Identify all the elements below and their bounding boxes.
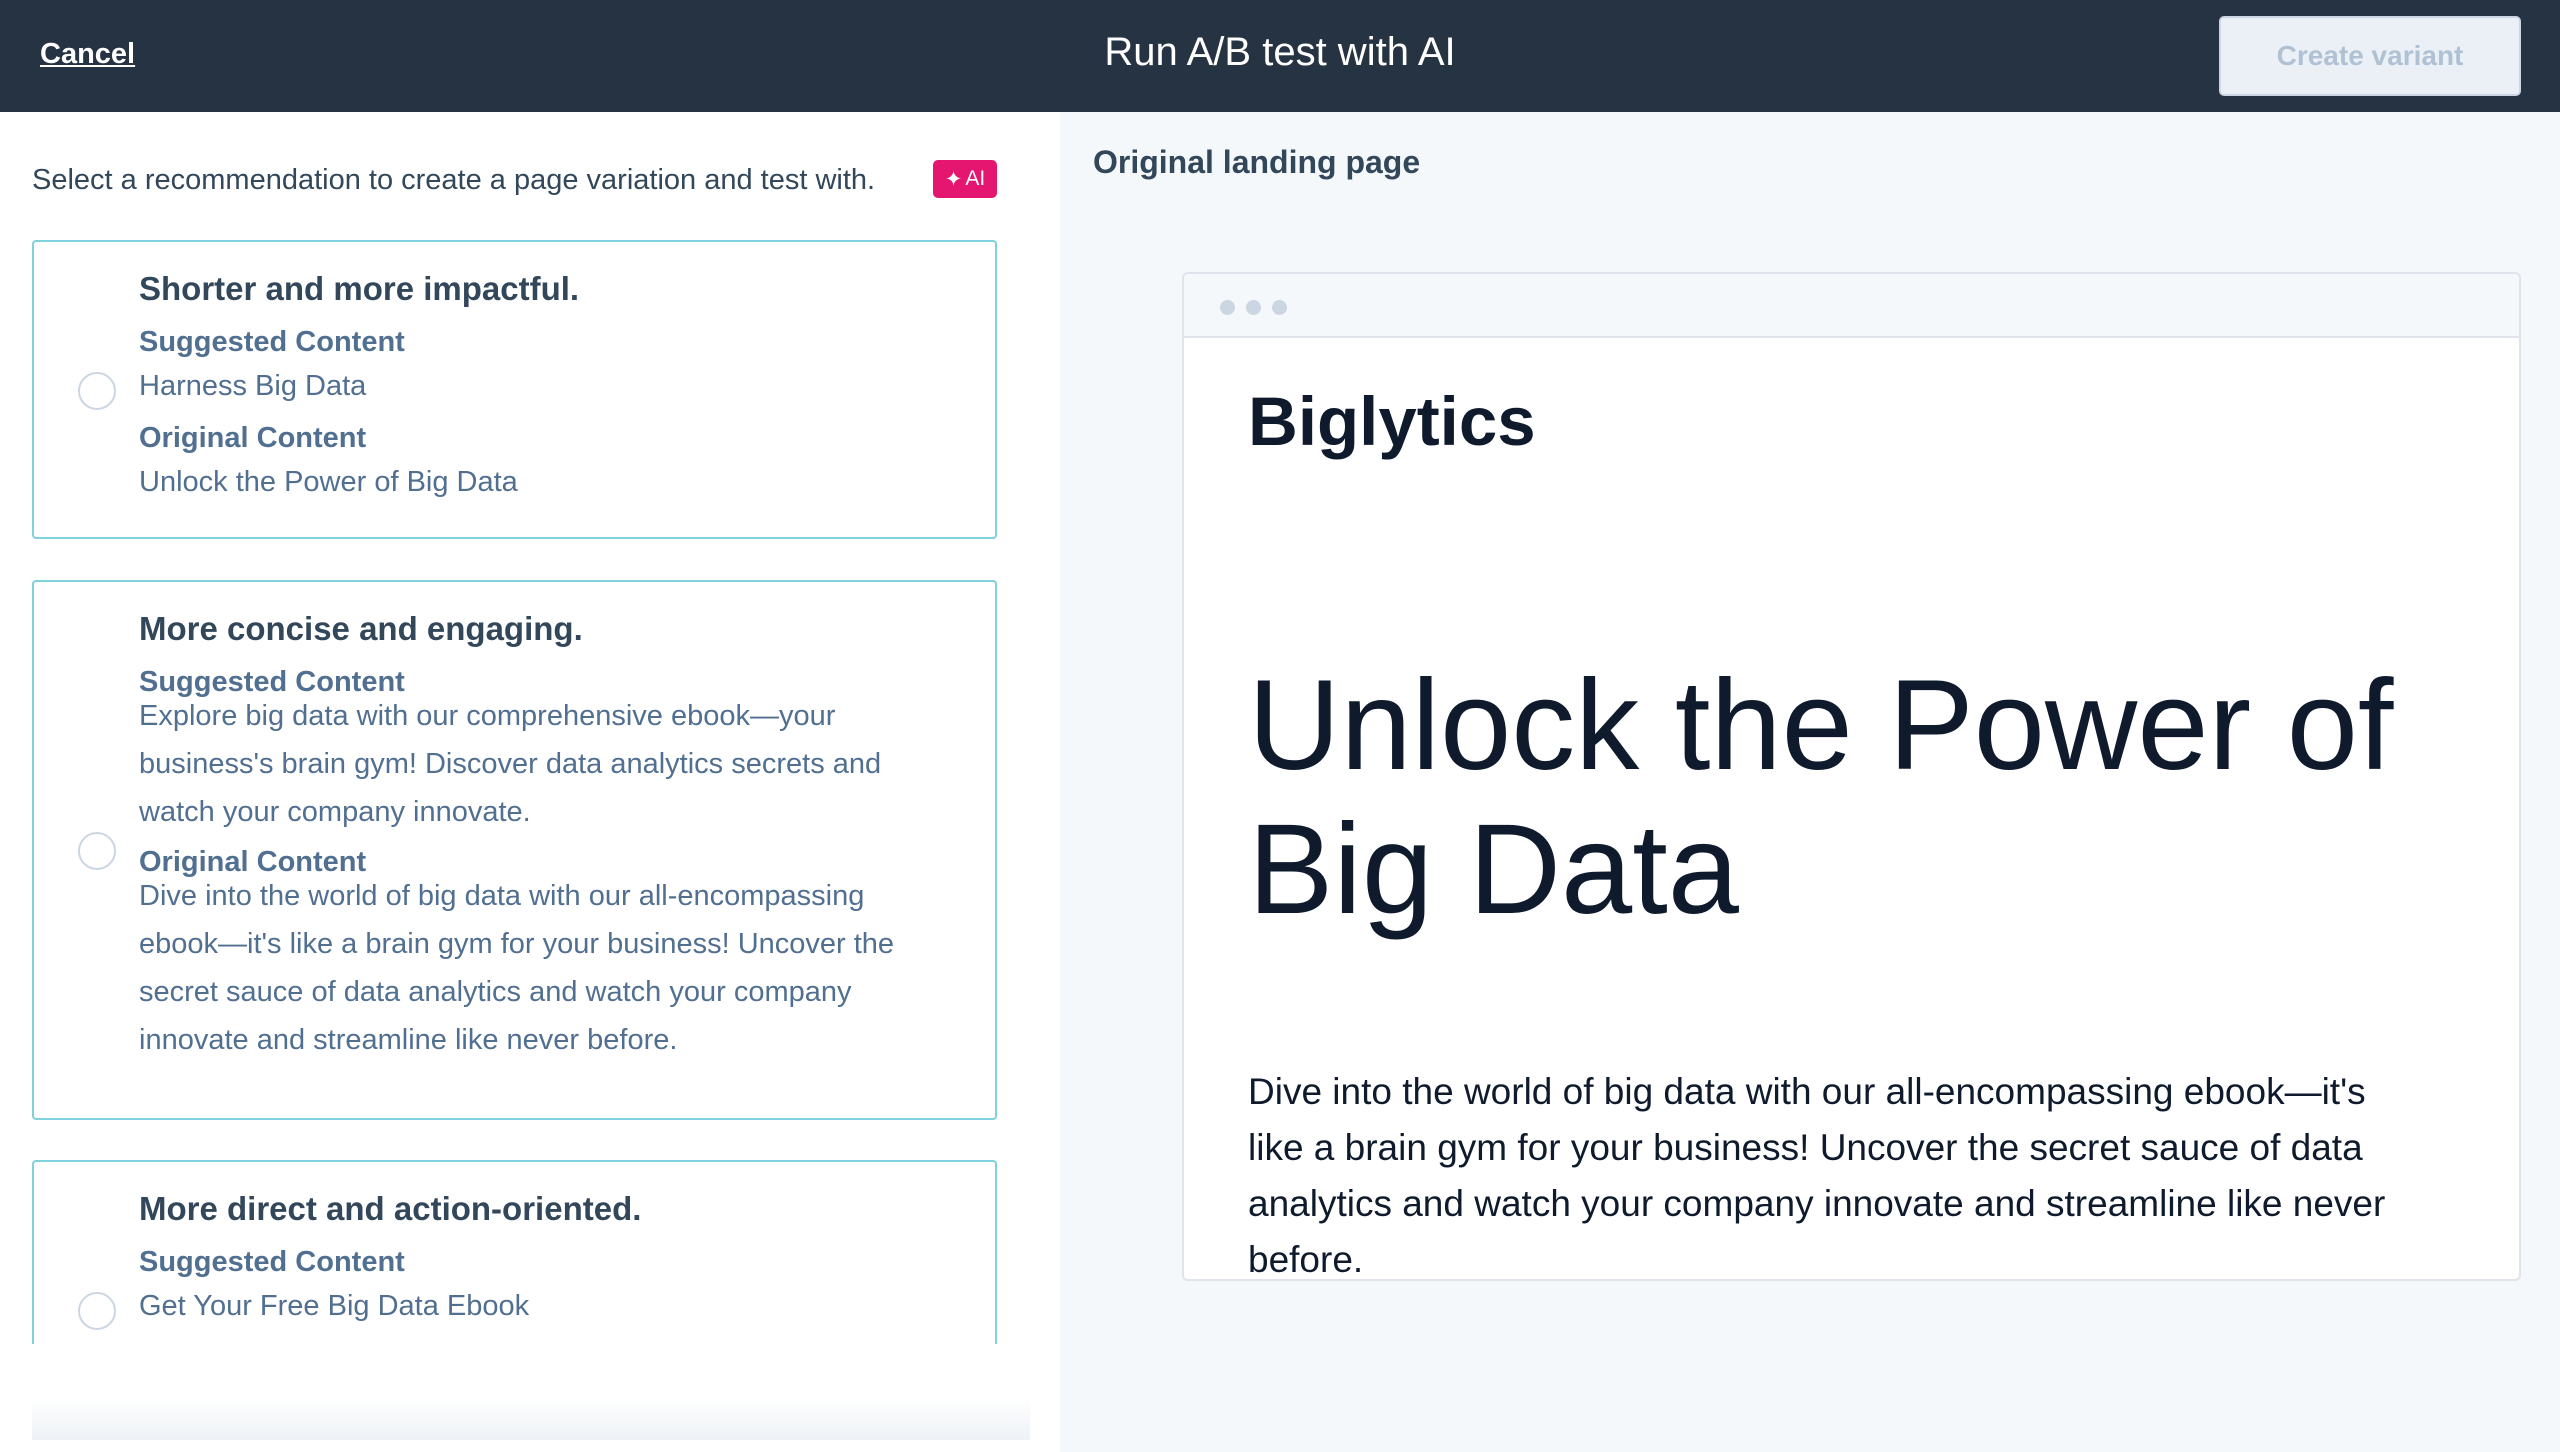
window-dot-icon [1220,300,1235,315]
site-body-text: Dive into the world of big data with our… [1248,1064,2498,1280]
suggested-content-label: Suggested Content [139,326,405,358]
recommendation-heading: More direct and action-oriented. [139,1190,642,1227]
recommendation-card-2[interactable]: More concise and engaging. Suggested Con… [32,580,997,1120]
hero-line: Unlock the Power of [1248,654,2394,797]
browser-toolbar [1184,274,2519,338]
suggested-content-line: business's brain gym! Discover data anal… [139,748,882,780]
cancel-link[interactable]: Cancel [40,38,135,71]
ai-badge-label: AI [965,167,986,190]
radio-button[interactable] [78,1292,116,1330]
recommendation-card-1[interactable]: Shorter and more impactful. Suggested Co… [32,240,997,539]
body-line: analytics and watch your company innovat… [1248,1183,2386,1224]
preview-title: Original landing page [1093,144,1421,180]
original-content-line: ebook—it's like a brain gym for your bus… [139,928,895,960]
suggested-content-label: Suggested Content [139,1246,405,1278]
page-title: Run A/B test with AI [1104,30,1456,74]
window-dot-icon [1272,300,1287,315]
original-content-line: innovate and streamline like never befor… [139,1024,678,1056]
original-content-line: secret sauce of data analytics and watch… [139,976,852,1008]
suggested-content-text: Get Your Free Big Data Ebook [139,1290,530,1322]
sparkle-icon: ✦ [944,167,963,191]
suggested-content-text: Harness Big Data [139,370,367,402]
scroll-fade [32,1344,1030,1440]
top-bar: Cancel Run A/B test with AI Create varia… [0,0,2560,112]
suggested-content-line: Explore big data with our comprehensive … [139,700,836,732]
site-hero-heading: Unlock the Power of Big Data [1248,654,2468,942]
suggested-content-line: watch your company innovate. [139,796,531,828]
body-line: before. [1248,1239,1364,1280]
browser-preview-frame: Biglytics Unlock the Power of Big Data D… [1182,272,2521,1281]
original-content-line: Dive into the world of big data with our… [139,880,865,912]
ai-badge: ✦ AI [933,160,997,198]
original-content-label: Original Content [139,422,367,454]
original-content-text: Unlock the Power of Big Data [139,466,518,498]
recommendations-panel: Select a recommendation to create a page… [0,112,1060,1452]
create-variant-button[interactable]: Create variant [2219,16,2521,96]
intro-text: Select a recommendation to create a page… [32,164,876,196]
recommendation-heading: Shorter and more impactful. [139,270,580,307]
radio-button[interactable] [78,372,116,410]
window-dot-icon [1246,300,1261,315]
recommendation-heading: More concise and engaging. [139,610,583,647]
body-line: Dive into the world of big data with our… [1248,1071,2366,1112]
radio-button[interactable] [78,832,116,870]
site-brand: Biglytics [1248,383,1536,460]
body-line: like a brain gym for your business! Unco… [1248,1127,2363,1168]
preview-panel: Original landing page Biglytics Unlock t… [1060,112,2560,1452]
hero-line: Big Data [1248,798,1739,941]
